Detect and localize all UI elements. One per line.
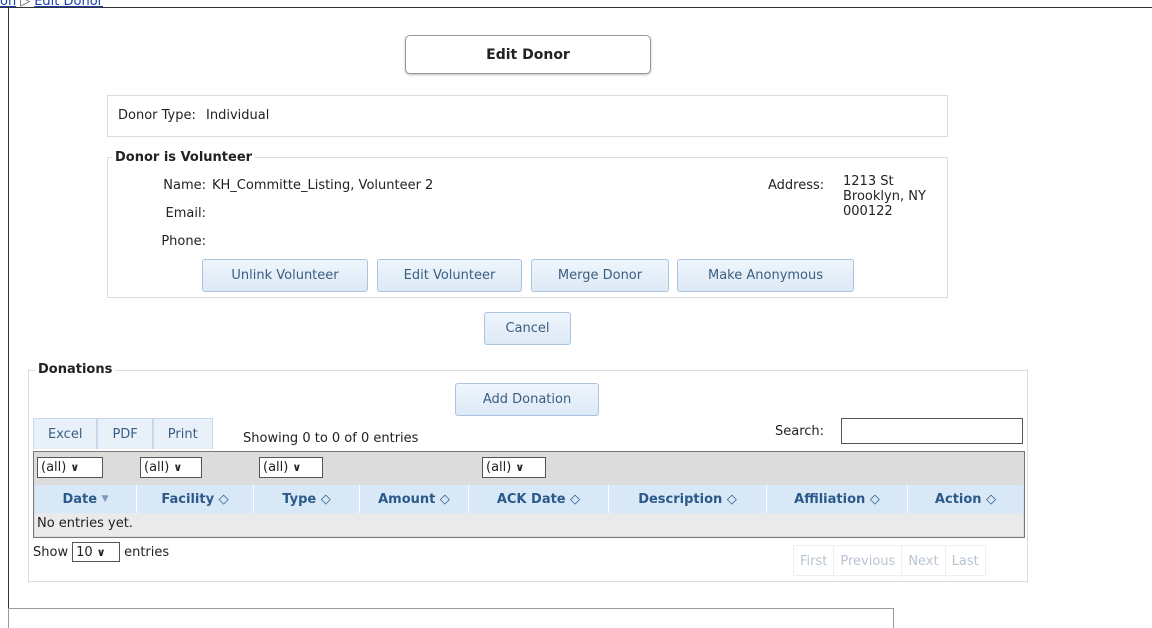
chevron-down-icon: ∨ xyxy=(96,545,106,559)
page-length-control: Show 10 ∨ entries xyxy=(33,542,169,562)
cancel-button[interactable]: Cancel xyxy=(484,312,571,345)
sort-icon: ◇ xyxy=(218,491,229,507)
sort-icon: ◇ xyxy=(726,491,737,507)
ack-date-filter-value: (all) xyxy=(486,460,512,475)
showing-entries-text: Showing 0 to 0 of 0 entries xyxy=(243,431,419,446)
sort-icon: ◇ xyxy=(439,491,450,507)
address-label: Address: xyxy=(768,178,825,193)
unlink-volunteer-button[interactable]: Unlink Volunteer xyxy=(202,259,368,292)
sort-icon: ◇ xyxy=(986,491,997,507)
print-button[interactable]: Print xyxy=(152,418,213,449)
top-border xyxy=(0,7,1152,8)
column-header-facility[interactable]: Facility ◇ xyxy=(137,485,254,513)
merge-donor-button[interactable]: Merge Donor xyxy=(531,259,669,292)
pdf-export-button[interactable]: PDF xyxy=(97,418,153,449)
type-filter-value: (all) xyxy=(263,460,289,475)
column-header-amount[interactable]: Amount ◇ xyxy=(360,485,469,513)
first-page-button[interactable]: First xyxy=(794,546,835,577)
breadcrumb-separator-icon: ▷ xyxy=(20,0,31,9)
column-header-action[interactable]: Action ◇ xyxy=(908,485,1023,513)
sort-icon: ◇ xyxy=(570,491,581,507)
column-header-date[interactable]: Date ▼ xyxy=(35,485,137,513)
chevron-down-icon: ∨ xyxy=(70,461,80,474)
next-page-button[interactable]: Next xyxy=(902,546,946,577)
donor-type-label: Donor Type: xyxy=(118,108,196,123)
address-line-1: 1213 St xyxy=(843,174,894,189)
column-header-description[interactable]: Description ◇ xyxy=(609,485,767,513)
empty-table-message: No entries yet. xyxy=(35,513,1023,536)
left-border xyxy=(8,7,9,622)
pagination: First Previous Next Last xyxy=(793,545,986,577)
phone-label: Phone: xyxy=(161,234,206,249)
previous-page-button[interactable]: Previous xyxy=(834,546,903,577)
facility-filter-select[interactable]: (all) ∨ xyxy=(140,457,202,478)
edit-volunteer-button[interactable]: Edit Volunteer xyxy=(377,259,522,292)
date-filter-value: (all) xyxy=(41,460,67,475)
donor-type-panel: Donor Type: Individual xyxy=(107,95,948,137)
table-header: Date ▼ Facility ◇ Type ◇ Amount ◇ ACK Da… xyxy=(35,485,1023,513)
sort-icon: ◇ xyxy=(869,491,880,507)
name-value: KH_Committe_Listing, Volunteer 2 xyxy=(212,178,434,193)
bottom-panel xyxy=(8,608,894,628)
page-size-value: 10 xyxy=(76,544,93,560)
chevron-down-icon: ∨ xyxy=(292,461,302,474)
breadcrumb: on ▷ Edit Donor xyxy=(0,0,103,9)
facility-filter-value: (all) xyxy=(144,460,170,475)
sort-desc-icon: ▼ xyxy=(101,494,109,504)
address-line-2: Brooklyn, NY xyxy=(843,189,926,204)
name-label: Name: xyxy=(163,178,206,193)
breadcrumb-current-link[interactable]: Edit Donor xyxy=(34,0,103,9)
column-header-ack-date[interactable]: ACK Date ◇ xyxy=(469,485,609,513)
date-filter-select[interactable]: (all) ∨ xyxy=(37,457,103,478)
search-label: Search: xyxy=(775,424,825,439)
column-header-type[interactable]: Type ◇ xyxy=(254,485,360,513)
donor-type-value: Individual xyxy=(206,108,270,123)
address-line-3: 000122 xyxy=(843,204,893,219)
excel-export-button[interactable]: Excel xyxy=(33,418,98,449)
type-filter-select[interactable]: (all) ∨ xyxy=(259,457,323,478)
chevron-down-icon: ∨ xyxy=(515,461,525,474)
make-anonymous-button[interactable]: Make Anonymous xyxy=(677,259,854,292)
sort-icon: ◇ xyxy=(320,491,331,507)
breadcrumb-prev-link[interactable]: on xyxy=(0,0,16,9)
donations-legend: Donations xyxy=(35,362,116,377)
page-size-select[interactable]: 10 ∨ xyxy=(72,542,121,562)
search-input[interactable] xyxy=(841,418,1023,444)
entries-label: entries xyxy=(124,544,170,560)
page-title: Edit Donor xyxy=(405,35,651,74)
ack-date-filter-select[interactable]: (all) ∨ xyxy=(482,457,546,478)
address-block: 1213 St Brooklyn, NY 000122 xyxy=(843,174,926,219)
last-page-button[interactable]: Last xyxy=(946,546,985,577)
export-tabs: Excel PDF Print xyxy=(33,418,213,449)
show-label: Show xyxy=(33,544,69,560)
email-label: Email: xyxy=(165,206,206,221)
column-header-affiliation[interactable]: Affiliation ◇ xyxy=(767,485,908,513)
volunteer-legend: Donor is Volunteer xyxy=(112,150,256,165)
chevron-down-icon: ∨ xyxy=(173,461,183,474)
add-donation-button[interactable]: Add Donation xyxy=(455,383,599,416)
